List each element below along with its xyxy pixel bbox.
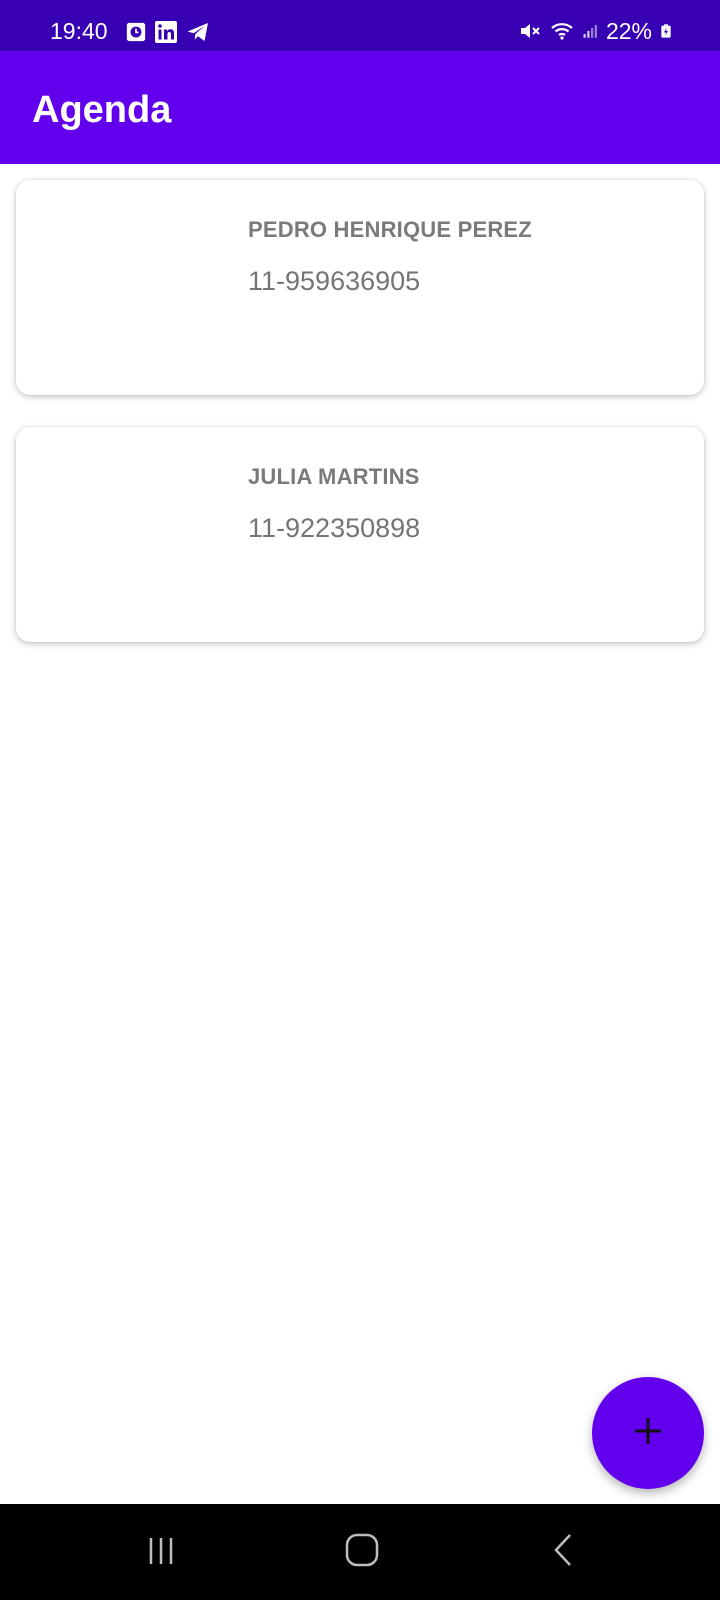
navigation-bar (0, 1504, 720, 1600)
app-bar: Agenda (0, 51, 720, 164)
signal-icon (582, 19, 600, 43)
battery-charging-icon (658, 19, 674, 43)
mute-icon (518, 19, 542, 43)
add-contact-button[interactable] (592, 1377, 704, 1489)
contact-card[interactable]: JULIA MARTINS 11-922350898 (16, 427, 704, 642)
battery-percentage: 22% (605, 18, 652, 44)
wifi-icon (548, 19, 576, 43)
home-button[interactable] (332, 1522, 392, 1582)
recent-apps-icon (143, 1532, 179, 1573)
contact-phone: 11-959636905 (248, 266, 421, 296)
clock-notification-icon (126, 22, 146, 42)
telegram-icon (186, 20, 210, 44)
back-icon (546, 1532, 582, 1573)
back-button[interactable] (534, 1522, 594, 1582)
app-title: Agenda (32, 89, 172, 131)
notification-icons (126, 20, 210, 44)
contact-phone: 11-922350898 (248, 513, 421, 543)
status-time: 19:40 (50, 18, 108, 44)
linkedin-icon (154, 20, 178, 44)
status-bar: 19:40 22% (0, 0, 720, 51)
system-status-icons: 22% (518, 15, 674, 47)
plus-icon (631, 1414, 665, 1453)
contact-name: PEDRO HENRIQUE PEREZ (248, 217, 532, 242)
recent-apps-button[interactable] (131, 1522, 191, 1582)
contact-name: JULIA MARTINS (248, 464, 420, 489)
contact-card[interactable]: PEDRO HENRIQUE PEREZ 11-959636905 (16, 180, 704, 395)
home-icon (344, 1532, 380, 1573)
